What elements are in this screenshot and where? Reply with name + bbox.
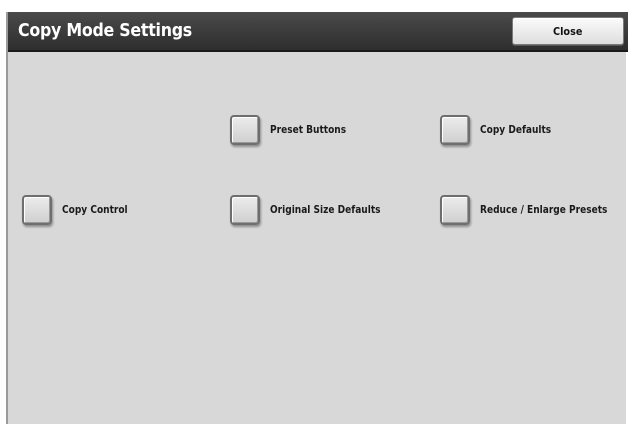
copy-control-checkbox[interactable] [22, 195, 52, 225]
page-title: Copy Mode Settings [18, 20, 192, 41]
original-size-defaults-option[interactable]: Original Size Defaults [230, 195, 399, 225]
copy-defaults-label: Copy Defaults [480, 124, 552, 136]
original-size-defaults-checkbox[interactable] [230, 195, 260, 225]
preset-buttons-label: Preset Buttons [270, 124, 347, 136]
preset-buttons-option[interactable]: Preset Buttons [230, 115, 359, 145]
copy-mode-settings-screen: Copy Mode Settings Close Preset Buttons … [6, 12, 628, 424]
copy-control-option[interactable]: Copy Control [22, 195, 138, 225]
close-button[interactable]: Close [512, 17, 624, 45]
header-bar: Copy Mode Settings Close [8, 12, 628, 52]
original-size-defaults-label: Original Size Defaults [270, 204, 381, 216]
reduce-enlarge-presets-option[interactable]: Reduce / Enlarge Presets [440, 195, 628, 225]
reduce-enlarge-presets-checkbox[interactable] [440, 195, 470, 225]
copy-defaults-checkbox[interactable] [440, 115, 470, 145]
close-button-label: Close [553, 24, 583, 38]
copy-defaults-option[interactable]: Copy Defaults [440, 115, 563, 145]
reduce-enlarge-presets-label: Reduce / Enlarge Presets [480, 204, 608, 216]
copy-control-label: Copy Control [62, 204, 128, 216]
preset-buttons-checkbox[interactable] [230, 115, 260, 145]
